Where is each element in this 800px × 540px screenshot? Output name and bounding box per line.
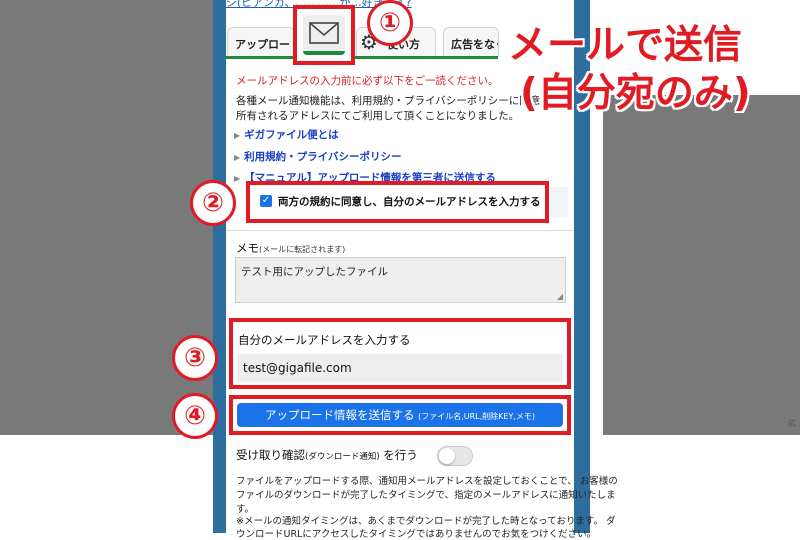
receipt-suffix: を行う — [383, 448, 418, 462]
notice-line-2: 所有されるアドレスにてご利用して頂くことになりました。 — [236, 110, 520, 122]
step-2-marker: ② — [190, 180, 236, 226]
headline-self-only: (自分宛のみ) — [520, 71, 751, 116]
link-terms-label: 利用規約・プライバシーポリシー — [244, 151, 402, 163]
email-highlight: 自分のメールアドレスを入力する — [229, 318, 571, 389]
memo-title: メモ(メールに転記されます) — [236, 240, 345, 256]
tab-remove-ads-label: 広告をなくす — [451, 38, 498, 51]
agree-checkbox-label[interactable]: 両方の規約に同意し、自分のメールアドレスを入力する — [278, 194, 541, 209]
checkbox-row-shade — [550, 187, 568, 217]
receipt-confirmation: 受け取り確認(ダウンロード通知) を行う — [236, 447, 418, 463]
step-3-marker: ③ — [172, 335, 218, 381]
triangle-right-icon: ▶ — [234, 153, 241, 162]
resize-handle-icon[interactable]: ◢ — [557, 292, 563, 301]
tab-remove-ads[interactable]: 広告をなくす — [443, 27, 499, 57]
link-terms[interactable]: ▶ 利用規約・プライバシーポリシー — [234, 149, 401, 164]
receipt-toggle[interactable] — [437, 446, 473, 466]
memo-title-text: メモ — [236, 241, 259, 255]
send-highlight: アップロード情報を送信する (ファイル名,URL,削除KEY,メモ) — [229, 395, 571, 435]
section-divider — [226, 230, 574, 231]
triangle-right-icon: ▶ — [234, 174, 241, 183]
fine-print-4: ※メールの通知タイミングは、あくまでダウンロードが完了した時となっております。 … — [236, 516, 616, 527]
toggle-knob — [439, 448, 455, 464]
tab-underline — [226, 56, 498, 59]
memo-value: テスト用にアップしたファイル — [241, 266, 388, 278]
email-label: 自分のメールアドレスを入力する — [238, 333, 411, 347]
tab-mail[interactable] — [293, 5, 355, 65]
link-about-label: ギガファイル便とは — [244, 129, 339, 141]
step-4-marker: ④ — [172, 393, 218, 439]
send-button-label: アップロード情報を送信する — [264, 408, 415, 422]
email-input[interactable] — [237, 354, 563, 382]
tab-upload-label: アップロード — [235, 38, 295, 51]
agree-checkbox-highlight: ✓ 両方の規約に同意し、自分のメールアドレスを入力する — [246, 181, 549, 223]
triangle-right-icon: ▶ — [234, 131, 241, 140]
fine-print-5: ウンロードURLにアクセスしたタイミングではありませんのでお気をつけください。 — [236, 529, 597, 540]
send-button-note: (ファイル名,URL,削除KEY,メモ) — [418, 412, 536, 421]
link-about[interactable]: ▶ ギガファイル便とは — [234, 127, 339, 142]
step-1-marker: ① — [367, 0, 413, 46]
memo-note: (メールに転記されます) — [259, 245, 346, 254]
receipt-note: (ダウンロード通知) — [305, 452, 380, 462]
email-warning: メールアドレスの入力前に必ず以下をご一読ください。 — [236, 75, 499, 87]
agree-checkbox[interactable]: ✓ — [260, 195, 272, 207]
fine-print-1: ファイルをアップロードする際、通知用メールアドレスを設定しておくことで、 お客様… — [236, 476, 618, 487]
fine-print-2: ファイルのダウンロードが完了したタイミングで、指定のメールアドレスに通知いたしま — [236, 490, 616, 501]
receipt-label: 受け取り確認 — [236, 448, 305, 462]
notice-line-1: 各種メール通知機能は、利用規約・プライバシーポリシーに同意し — [236, 95, 551, 107]
tab-upload[interactable]: アップロード — [227, 27, 295, 57]
mail-tab-inner — [303, 15, 345, 55]
memo-textarea[interactable]: テスト用にアップしたファイル ◢ — [235, 257, 566, 303]
send-info-button[interactable]: アップロード情報を送信する (ファイル名,URL,削除KEY,メモ) — [237, 403, 563, 427]
envelope-icon — [309, 22, 339, 44]
side-ad-mark: 広 — [788, 419, 796, 428]
